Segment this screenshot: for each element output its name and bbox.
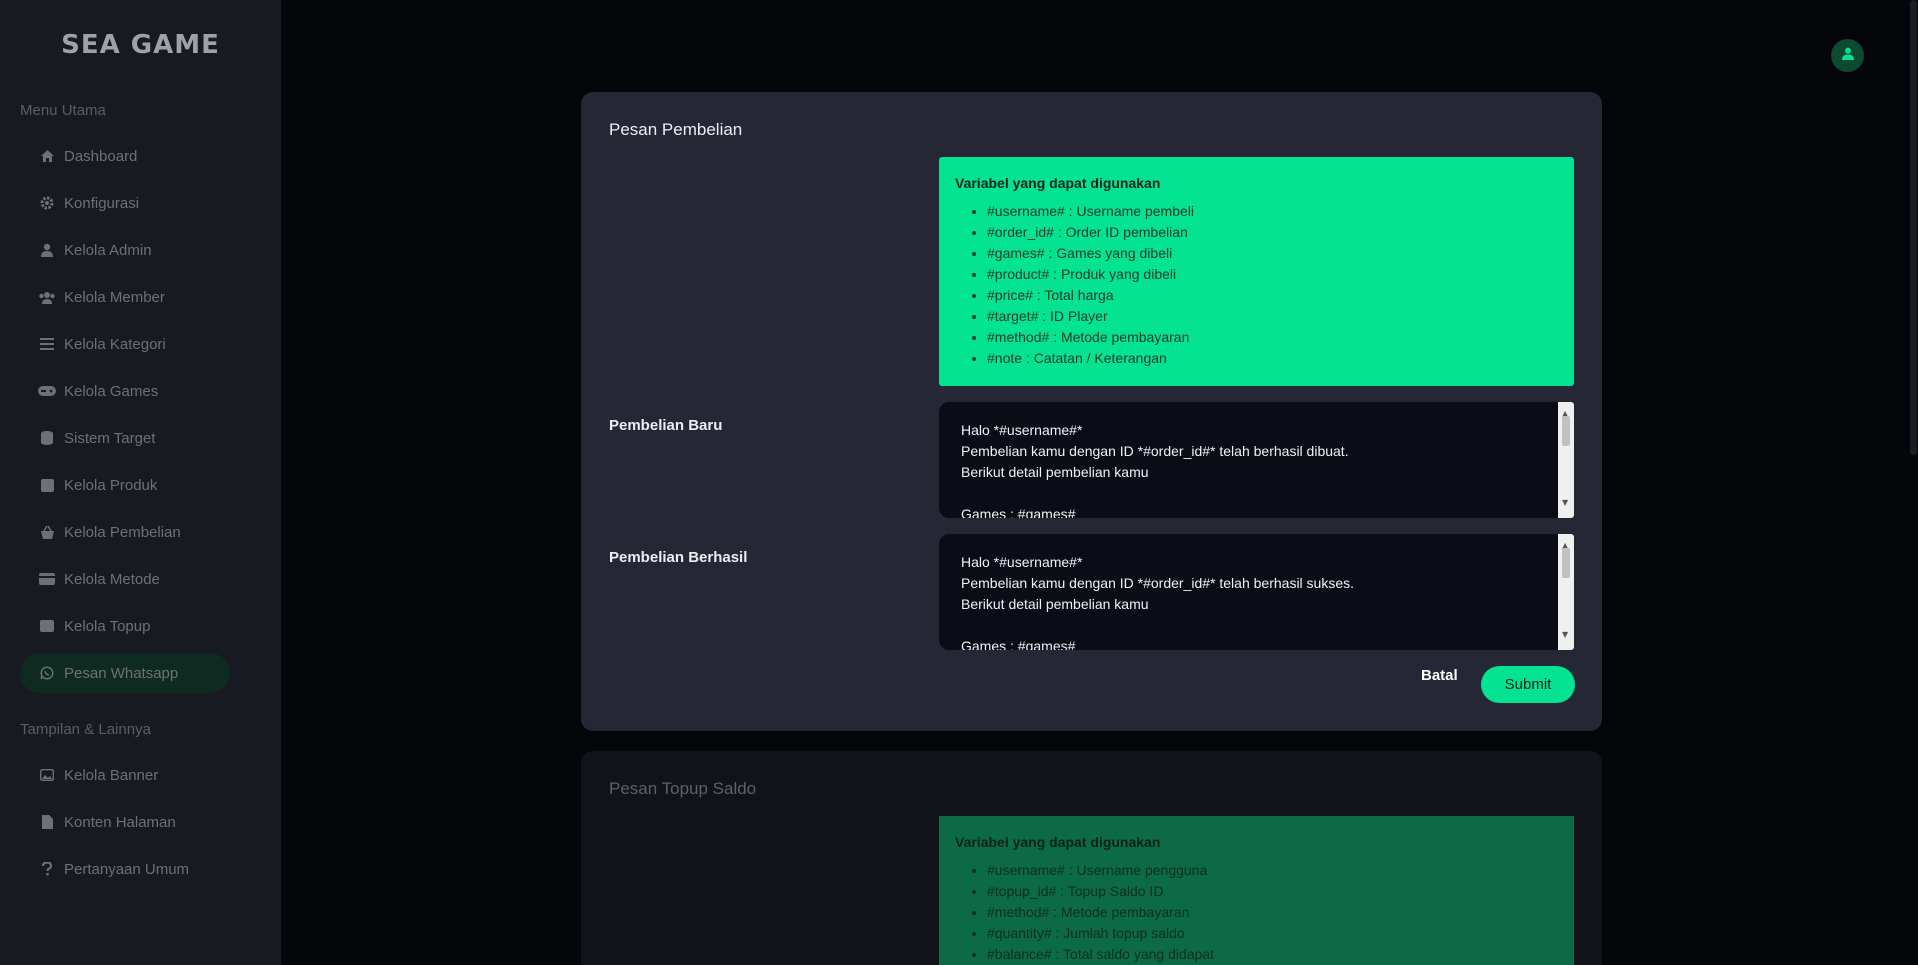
wallet-icon bbox=[38, 617, 56, 635]
sidebar-item-label: Pesan Whatsapp bbox=[64, 664, 179, 682]
sidebar-item-kelola-produk[interactable]: Kelola Produk bbox=[20, 465, 230, 505]
sidebar-item-label: Kelola Kategori bbox=[64, 335, 166, 353]
textarea-line: Halo *#username#* bbox=[961, 554, 1083, 570]
page-scrollbar[interactable] bbox=[1909, 0, 1918, 965]
sidebar-item-label: Kelola Member bbox=[64, 288, 165, 306]
sidebar-item-label: Konten Halaman bbox=[64, 813, 176, 831]
sidebar-section-other: Tampilan & Lainnya bbox=[20, 721, 151, 738]
sidebar-item-label: Sistem Target bbox=[64, 429, 156, 447]
card-icon bbox=[38, 570, 56, 588]
sidebar-item-kelola-admin[interactable]: Kelola Admin bbox=[20, 230, 230, 270]
variables-list: #username# : Username pembeli #order_id#… bbox=[955, 201, 1558, 369]
sidebar-item-label: Kelola Banner bbox=[64, 766, 159, 784]
topup-message-card: Pesan Topup Saldo Variabel yang dapat di… bbox=[581, 751, 1602, 965]
variables-info-box: Variabel yang dapat digunakan #username#… bbox=[939, 816, 1574, 965]
success-purchase-textarea[interactable]: Halo *#username#* Pembelian kamu dengan … bbox=[939, 534, 1574, 650]
variables-info-box: Variabel yang dapat digunakan #username#… bbox=[939, 157, 1574, 386]
textarea-line: Games : #games# bbox=[961, 506, 1076, 518]
sidebar-item-kelola-topup[interactable]: Kelola Topup bbox=[20, 606, 230, 646]
scrollbar-thumb[interactable] bbox=[1910, 0, 1917, 455]
gear-icon bbox=[38, 194, 56, 212]
variable-item: #target# : ID Player bbox=[987, 306, 1558, 327]
sidebar-item-pesan-whatsapp[interactable]: Pesan Whatsapp bbox=[20, 653, 230, 693]
sidebar-item-label: Pertanyaan Umum bbox=[64, 860, 190, 878]
new-purchase-textarea[interactable]: Halo *#username#* Pembelian kamu dengan … bbox=[939, 402, 1574, 518]
new-purchase-label: Pembelian Baru bbox=[609, 417, 723, 434]
sidebar-item-label: Kelola Topup bbox=[64, 617, 151, 635]
textarea-scrollbar[interactable]: ▲ ▼ bbox=[1558, 402, 1574, 518]
scroll-down-icon[interactable]: ▼ bbox=[1562, 624, 1568, 645]
card-title: Pesan Pembelian bbox=[609, 120, 743, 139]
sidebar-item-sistem-target[interactable]: Sistem Target bbox=[20, 418, 230, 458]
submit-button[interactable]: Submit bbox=[1481, 666, 1575, 703]
variable-item: #username# : Username pembeli bbox=[987, 201, 1558, 222]
sidebar-item-label: Kelola Metode bbox=[64, 570, 160, 588]
sidebar-item-label: Kelola Produk bbox=[64, 476, 158, 494]
sidebar-item-label: Dashboard bbox=[64, 147, 138, 165]
sidebar-item-konfigurasi[interactable]: Konfigurasi bbox=[20, 183, 230, 223]
textarea-line bbox=[961, 615, 1552, 636]
variables-title: Variabel yang dapat digunakan bbox=[955, 175, 1161, 191]
textarea-line: Pembelian kamu dengan ID *#order_id#* te… bbox=[961, 575, 1355, 591]
basket-icon bbox=[38, 523, 56, 541]
textarea-line: Berikut detail pembelian kamu bbox=[961, 596, 1149, 612]
list-icon bbox=[38, 335, 56, 353]
variable-item: #topup_id# : Topup Saldo ID bbox=[987, 881, 1558, 902]
sidebar: SEA GAME Menu Utama Dashboard Konfiguras… bbox=[0, 0, 281, 965]
user-avatar[interactable] bbox=[1831, 39, 1864, 72]
brand-logo[interactable]: SEA GAME bbox=[0, 30, 281, 60]
variable-item: #balance# : Total saldo yang didapat bbox=[987, 944, 1558, 965]
scrollbar-thumb[interactable] bbox=[1562, 416, 1570, 446]
variable-item: #price# : Total harga bbox=[987, 285, 1558, 306]
variables-list: #username# : Username pengguna #topup_id… bbox=[955, 860, 1558, 965]
question-icon bbox=[38, 860, 56, 878]
variable-item: #order_id# : Order ID pembelian bbox=[987, 222, 1558, 243]
file-icon bbox=[38, 813, 56, 831]
database-icon bbox=[38, 429, 56, 447]
sidebar-item-label: Kelola Pembelian bbox=[64, 523, 181, 541]
box-icon bbox=[38, 476, 56, 494]
card-title: Pesan Topup Saldo bbox=[609, 779, 757, 798]
scroll-down-icon[interactable]: ▼ bbox=[1562, 492, 1568, 513]
textarea-scrollbar[interactable]: ▲ ▼ bbox=[1558, 534, 1574, 650]
textarea-line bbox=[961, 483, 1552, 504]
sidebar-item-kelola-member[interactable]: Kelola Member bbox=[20, 277, 230, 317]
sidebar-item-konten-halaman[interactable]: Konten Halaman bbox=[20, 802, 230, 842]
textarea-line: Halo *#username#* bbox=[961, 422, 1083, 438]
sidebar-section-main: Menu Utama bbox=[20, 102, 106, 119]
textarea-line: Pembelian kamu dengan ID *#order_id#* te… bbox=[961, 443, 1349, 459]
sidebar-item-pertanyaan-umum[interactable]: Pertanyaan Umum bbox=[20, 849, 230, 889]
sidebar-item-dashboard[interactable]: Dashboard bbox=[20, 136, 230, 176]
success-purchase-label: Pembelian Berhasil bbox=[609, 549, 748, 566]
sidebar-item-kelola-games[interactable]: Kelola Games bbox=[20, 371, 230, 411]
sidebar-item-kelola-pembelian[interactable]: Kelola Pembelian bbox=[20, 512, 230, 552]
variable-item: #method# : Metode pembayaran bbox=[987, 902, 1558, 923]
sidebar-item-kelola-kategori[interactable]: Kelola Kategori bbox=[20, 324, 230, 364]
variable-item: #games# : Games yang dibeli bbox=[987, 243, 1558, 264]
users-icon bbox=[38, 288, 56, 306]
sidebar-item-kelola-metode[interactable]: Kelola Metode bbox=[20, 559, 230, 599]
home-icon bbox=[38, 147, 56, 165]
purchase-message-card: Pesan Pembelian Variabel yang dapat digu… bbox=[581, 92, 1602, 731]
variables-title: Variabel yang dapat digunakan bbox=[955, 834, 1161, 850]
variable-item: #note : Catatan / Keterangan bbox=[987, 348, 1558, 369]
variable-item: #quantity# : Jumlah topup saldo bbox=[987, 923, 1558, 944]
sidebar-item-label: Kelola Games bbox=[64, 382, 159, 400]
variable-item: #product# : Produk yang dibeli bbox=[987, 264, 1558, 285]
sidebar-item-label: Kelola Admin bbox=[64, 241, 152, 259]
user-icon bbox=[38, 241, 56, 259]
sidebar-item-label: Konfigurasi bbox=[64, 194, 140, 212]
textarea-line: Games : #games# bbox=[961, 638, 1076, 650]
image-icon bbox=[38, 766, 56, 784]
gamepad-icon bbox=[38, 382, 56, 400]
sidebar-item-kelola-banner[interactable]: Kelola Banner bbox=[20, 755, 230, 795]
whatsapp-icon bbox=[38, 664, 56, 682]
variable-item: #method# : Metode pembayaran bbox=[987, 327, 1558, 348]
variable-item: #username# : Username pengguna bbox=[987, 860, 1558, 881]
cancel-button[interactable]: Batal bbox=[1421, 667, 1458, 684]
textarea-line: Berikut detail pembelian kamu bbox=[961, 464, 1149, 480]
user-icon bbox=[1841, 47, 1854, 65]
scrollbar-thumb[interactable] bbox=[1562, 548, 1570, 578]
